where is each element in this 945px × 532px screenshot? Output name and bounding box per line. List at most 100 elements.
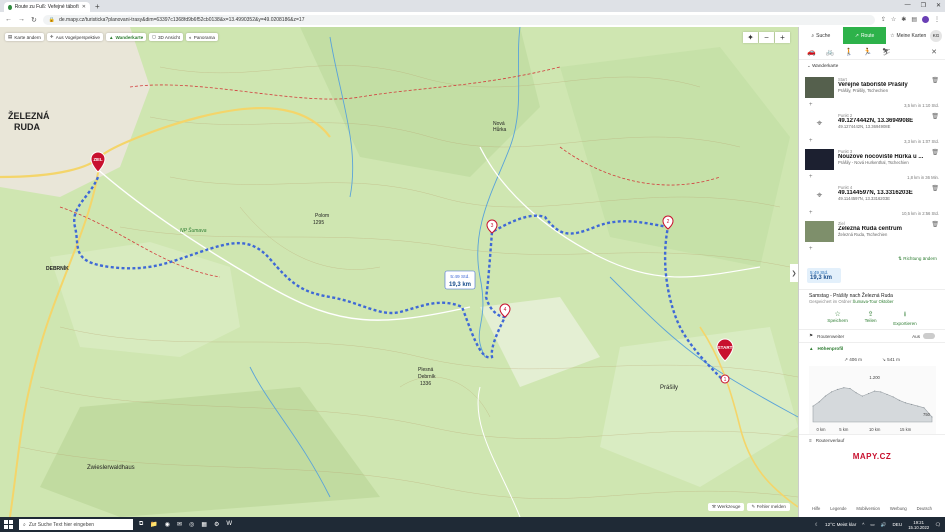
calculator-icon[interactable]: ▦ (201, 521, 207, 528)
route-type[interactable]: ⌄ Wanderkarte (799, 60, 945, 72)
panel-tab-2[interactable]: ☆ Meine Karten (886, 27, 930, 44)
share-page-icon[interactable]: ⇪ (881, 16, 886, 23)
map-canvas[interactable]: ŽELEZNÁ RUDA DEBRNÍK Zwieslerwaldhaus Nová Hů… (0, 27, 798, 517)
back-icon[interactable]: ← (5, 16, 12, 23)
toggle-switch[interactable] (923, 333, 935, 339)
zoom-in-button[interactable]: + (775, 32, 790, 43)
clock[interactable]: 19:21 15.10.2022 (908, 520, 929, 530)
footer-link-0[interactable]: Hilfe (812, 506, 820, 511)
tray-chevron-icon[interactable]: ^ (862, 522, 864, 527)
route-further-icon: ⚑ (809, 333, 814, 338)
ski-icon[interactable]: ⛷ (882, 48, 891, 56)
collapse-panel-chevron-icon[interactable]: ❯ (790, 264, 798, 282)
stop-row[interactable]: Start Veřejné tábořiště Prášily Prášily,… (799, 77, 945, 102)
layer-button-2[interactable]: ▲ Wanderkarte (105, 33, 147, 41)
footer-link-2[interactable]: Mobilversion (856, 506, 880, 511)
forward-icon[interactable]: → (18, 16, 25, 23)
file-explorer-icon[interactable]: 📁 (150, 521, 157, 528)
layer-button-0[interactable]: ▤ Karte ändern (5, 33, 44, 41)
footer-link-4[interactable]: Deutsch (917, 506, 932, 511)
weather-text[interactable]: 12°C Meist klar (825, 522, 856, 527)
word-icon[interactable]: W (226, 521, 232, 528)
map-footer-button-0[interactable]: ⚒ Werkzeuge (707, 503, 745, 511)
trash-icon[interactable]: 🗑 (931, 149, 939, 156)
car-icon[interactable]: 🚗 (807, 48, 816, 56)
chrome-icon[interactable]: ◎ (189, 521, 194, 528)
action-button-1[interactable]: ⇪ Teilen (865, 310, 877, 326)
stop-row[interactable]: Punkt 3 Nouzové nocoviště Hůrka u ... Pr… (799, 149, 945, 174)
layer-button-1[interactable]: ✈ Aus Vogelperspektive (46, 33, 103, 41)
stop-row[interactable]: ⌖ Punkt 2 49.1274442N, 13.3694908E 49.12… (799, 113, 945, 138)
panel-tab-0[interactable]: ⌕ Suche (799, 27, 843, 44)
browser-tab[interactable]: Route zu Fuß: Veřejné tábořiště Prášily … (4, 2, 90, 12)
task-view-icon[interactable]: ⧉ (139, 521, 143, 528)
mail-icon[interactable]: ✉ (177, 521, 182, 528)
bookmark-star-icon[interactable]: ☆ (891, 16, 896, 23)
settings-icon[interactable]: ⚙ (214, 521, 219, 528)
add-stop-icon[interactable]: + (809, 246, 813, 252)
action-button-0[interactable]: ☆ Speichern (827, 310, 848, 326)
route-stop-0: Start Veřejné tábořiště Prášily Prášily,… (799, 77, 945, 108)
extensions-icon[interactable]: ✱ (901, 16, 906, 23)
new-tab-icon[interactable]: + (95, 2, 100, 11)
close-panel-icon[interactable]: ✕ (931, 48, 937, 56)
footer-link-1[interactable]: Legende (830, 506, 846, 511)
trash-icon[interactable]: 🗑 (931, 77, 939, 84)
footer-link-3[interactable]: Werbung (890, 506, 907, 511)
add-stop-icon[interactable]: + (809, 174, 813, 180)
place-label-2: DEBRNÍK (46, 264, 69, 272)
elevation-header[interactable]: ▲ Höhenprofil (799, 342, 945, 354)
edge-icon[interactable]: ◉ (165, 521, 170, 528)
waypoint-marker-1[interactable]: 1 (720, 374, 730, 384)
address-bar[interactable]: 🔒 de.mapy.cz/turisticka?planovani-trasy&… (42, 14, 875, 25)
run-icon[interactable]: 🏃 (863, 48, 872, 56)
windows-start-icon[interactable] (4, 520, 13, 529)
lock-icon: 🔒 (48, 16, 56, 23)
location-pin-icon: ⌖ (816, 190, 823, 201)
user-avatar[interactable]: KG (930, 29, 943, 42)
change-direction-button[interactable]: ⇅ Richtung ändern (799, 252, 945, 266)
menu-icon[interactable]: ⋮ (934, 16, 940, 23)
panel-tab-label: Route (860, 32, 875, 39)
volume-icon[interactable]: 🔊 (881, 522, 887, 528)
compass-icon[interactable]: ✦ (743, 32, 758, 43)
stop-row[interactable]: Ziel Železná Ruda centrum Železná Ruda, … (799, 221, 945, 246)
elevation-profile-chart[interactable]: 1.200 750 0 km 5 km 10 km 15 km (809, 366, 936, 434)
layer-button-3[interactable]: ◻ 3D Ansicht (149, 33, 183, 41)
route-detail-row[interactable]: ≡ Routenverlauf (799, 434, 945, 446)
action-button-2[interactable]: ⭳ Exportieren (893, 310, 917, 326)
action-label: Exportieren (893, 321, 917, 326)
trash-icon[interactable]: 🗑 (931, 221, 939, 228)
map-drawing[interactable]: ŽELEZNÁRUDADEBRNÍKZwieslerwaldhausNováHů… (0, 27, 798, 517)
route-further-toggle[interactable]: Aus (912, 333, 935, 339)
add-stop-icon[interactable]: + (809, 102, 813, 108)
hiking-icon[interactable]: 🚶 (844, 48, 853, 56)
taskbar-search[interactable]: ⌕ Zur Suche Text hier eingeben (19, 519, 133, 530)
bicycle-icon[interactable]: 🚲 (826, 48, 835, 56)
reading-list-icon[interactable]: ▤ (911, 16, 917, 23)
map-footer-button-1[interactable]: ✎ Fehler melden (747, 503, 790, 511)
route-summary-label[interactable]: 5:49 Std. 19,3 km (444, 270, 476, 290)
saved-meta-folder[interactable]: Šumava-Tour Oktober (853, 299, 894, 304)
trash-icon[interactable]: 🗑 (931, 185, 939, 192)
profile-avatar[interactable] (922, 16, 929, 23)
add-stop-icon[interactable]: + (809, 210, 813, 216)
close-window-icon[interactable]: ✕ (936, 2, 941, 9)
notifications-icon[interactable]: 🗨 (935, 522, 941, 528)
network-icon[interactable]: ▭ (870, 522, 874, 528)
maximize-icon[interactable]: ❐ (921, 2, 926, 9)
zoom-out-button[interactable]: − (759, 32, 774, 43)
panel-tab-1[interactable]: ↗ Route (842, 27, 887, 44)
tab-close-icon[interactable]: ✕ (82, 4, 86, 10)
stop-row[interactable]: ⌖ Punkt 4 49.1144597N, 13.3316203E 49.11… (799, 185, 945, 210)
minimize-icon[interactable]: — (905, 2, 911, 9)
language-indicator[interactable]: DEU (892, 522, 902, 527)
segment-text: 1,8 km in 36 Min. (907, 174, 939, 180)
reload-icon[interactable]: ↻ (31, 16, 37, 24)
trash-icon[interactable]: 🗑 (931, 113, 939, 120)
stop-info: Punkt 2 49.1274442N, 13.3694908E 49.1274… (838, 113, 929, 129)
segment-info: +3,3 km in 1:07 Std. (799, 138, 945, 144)
layer-button-4[interactable]: ◐ Panorama (185, 33, 218, 41)
cube-icon: ◻ (152, 34, 156, 39)
add-stop-icon[interactable]: + (809, 138, 813, 144)
